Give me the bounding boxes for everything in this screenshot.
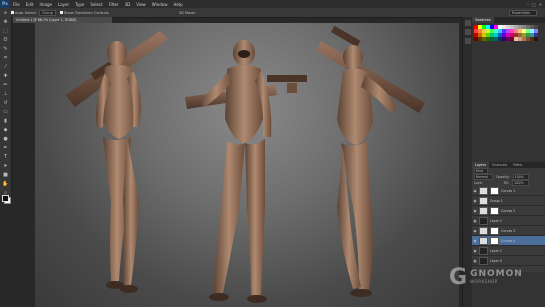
figure-center xyxy=(185,40,307,303)
brush-panel-icon[interactable] xyxy=(465,38,471,44)
layer-mask-thumbnail xyxy=(490,186,499,195)
swatches-grid xyxy=(472,23,545,43)
properties-panel-icon[interactable] xyxy=(465,29,471,35)
visibility-eye-icon[interactable]: ◉ xyxy=(473,209,477,213)
menu-3d[interactable]: 3D xyxy=(122,2,134,7)
layer-row[interactable]: ◉ Curves 3 xyxy=(472,226,545,236)
hand-icon[interactable]: ✋ xyxy=(2,181,9,188)
move-tool-icon[interactable]: ✥ xyxy=(4,11,7,15)
eyedropper-icon[interactable]: ⁄ xyxy=(2,64,9,71)
brush-icon[interactable]: ✏ xyxy=(2,82,9,89)
layer-mask-thumbnail xyxy=(490,236,499,245)
visibility-eye-icon[interactable]: ◉ xyxy=(473,199,477,203)
path-select-icon[interactable]: ➤ xyxy=(2,163,9,170)
quick-select-icon[interactable]: ✎ xyxy=(2,46,9,53)
lasso-icon[interactable]: ʘ xyxy=(2,37,9,44)
menu-file[interactable]: File xyxy=(10,2,23,7)
menu-select[interactable]: Select xyxy=(87,2,105,7)
history-panel-icon[interactable] xyxy=(465,20,471,26)
blur-icon[interactable]: ◆ xyxy=(2,127,9,134)
watermark-sub: WORKSHOP xyxy=(470,279,498,284)
layer-mask-thumbnail xyxy=(490,206,499,215)
layer-row[interactable]: ◉ Curves 1 xyxy=(472,186,545,196)
history-brush-icon[interactable]: ↺ xyxy=(2,100,9,107)
healing-icon[interactable]: ✚ xyxy=(2,73,9,80)
fill-field[interactable]: 100% xyxy=(512,180,529,186)
marquee-icon[interactable]: ⬚ xyxy=(2,28,9,35)
layer-thumbnail xyxy=(479,236,488,245)
gnomon-logo-icon: G xyxy=(449,264,468,290)
pen-icon[interactable]: ✒ xyxy=(2,145,9,152)
layer-row[interactable]: ◉ Layer 2 xyxy=(472,216,545,226)
close-icon[interactable]: ✕ xyxy=(539,2,542,7)
tools-panel: ✥ ⬚ ʘ ✎ ⌗ ⁄ ✚ ✏ ⊥ ↺ ▭ ▮ ◆ ● ✒ T ➤ ■ ✋ ⌕ xyxy=(0,17,12,204)
lock-label: Lock: xyxy=(474,181,483,185)
eraser-icon[interactable]: ▭ xyxy=(2,109,9,116)
character-renders xyxy=(65,25,425,303)
photoshop-logo: Ps xyxy=(0,0,10,8)
menu-type[interactable]: Type xyxy=(72,2,87,7)
show-transform-checkbox[interactable]: Show Transform Controls xyxy=(59,11,109,15)
maximize-icon[interactable]: □ xyxy=(532,2,536,7)
blend-mode-dropdown[interactable]: Normal xyxy=(474,174,493,180)
layer-thumbnail xyxy=(479,186,488,195)
fill-label: Fill: xyxy=(503,181,510,185)
minimize-icon[interactable]: – xyxy=(527,2,529,7)
layer-thumbnail xyxy=(479,216,488,225)
dodge-icon[interactable]: ● xyxy=(2,136,9,143)
visibility-eye-icon[interactable]: ◉ xyxy=(473,219,477,223)
layer-name: Curves 1 xyxy=(501,188,516,193)
foreground-color-swatch[interactable] xyxy=(2,195,9,202)
visibility-eye-icon[interactable]: ◉ xyxy=(473,189,477,193)
layer-name: Layer 2 xyxy=(490,218,502,223)
3d-mode-label: 3D Mode: xyxy=(178,10,196,15)
layer-name: Curves 2 xyxy=(501,208,516,213)
layer-thumbnail xyxy=(479,226,488,235)
gradient-icon[interactable]: ▮ xyxy=(2,118,9,125)
window-controls: – □ ✕ xyxy=(527,2,545,7)
layer-row[interactable]: ◉ Curves 2 xyxy=(472,206,545,216)
document-canvas[interactable] xyxy=(35,23,459,307)
move-icon[interactable]: ✥ xyxy=(2,19,9,26)
tab-swatches[interactable]: Swatches xyxy=(472,17,494,23)
menu-image[interactable]: Image xyxy=(36,2,55,7)
menu-edit[interactable]: Edit xyxy=(23,2,37,7)
figure-right xyxy=(317,25,425,297)
watermark-name: GNOMON xyxy=(470,269,523,279)
opacity-label: Opacity: xyxy=(495,175,510,179)
tab-channels[interactable]: Channels xyxy=(489,162,510,168)
layer-name: Group 1 xyxy=(490,198,503,203)
menu-layer[interactable]: Layer xyxy=(55,2,72,7)
shape-icon[interactable]: ■ xyxy=(2,172,9,179)
menu-help[interactable]: Help xyxy=(170,2,185,7)
menu-window[interactable]: Window xyxy=(149,2,171,7)
figure-left xyxy=(65,31,168,293)
layer-row[interactable]: ◉ Curves 4 xyxy=(472,236,545,246)
layer-row[interactable]: ◉ Group 1 xyxy=(472,196,545,206)
stamp-icon[interactable]: ⊥ xyxy=(2,91,9,98)
tab-paths[interactable]: Paths xyxy=(510,162,525,168)
layer-name: Curves 3 xyxy=(501,228,516,233)
menu-view[interactable]: View xyxy=(133,2,149,7)
auto-select-dropdown[interactable]: Group xyxy=(39,9,56,16)
visibility-eye-icon[interactable]: ◉ xyxy=(473,229,477,233)
crop-icon[interactable]: ⌗ xyxy=(2,55,9,62)
layer-thumbnail xyxy=(479,196,488,205)
layer-name: Curves 4 xyxy=(501,238,516,243)
color-swatch[interactable] xyxy=(534,37,538,41)
menu-bar: Ps File Edit Image Layer Type Select Fil… xyxy=(0,0,545,8)
workspace-dropdown[interactable]: Essentials xyxy=(509,10,537,16)
type-icon[interactable]: T xyxy=(2,154,9,161)
layer-thumbnail xyxy=(479,206,488,215)
gnomon-watermark: G GNOMON WORKSHOP xyxy=(449,251,541,303)
menu-filter[interactable]: Filter xyxy=(106,2,122,7)
auto-select-checkbox[interactable]: Auto-Select: xyxy=(11,11,37,15)
layer-mask-thumbnail xyxy=(490,226,499,235)
visibility-eye-icon[interactable]: ◉ xyxy=(473,239,477,243)
